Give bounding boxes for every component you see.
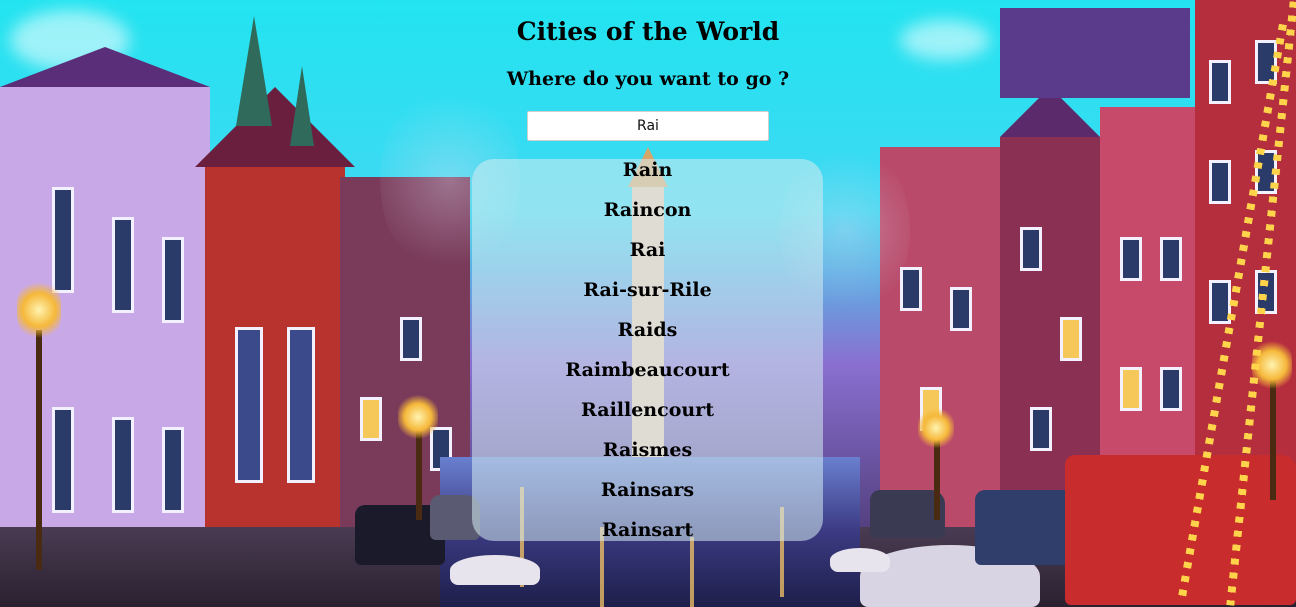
city-result-item[interactable]: Raillencourt — [472, 399, 823, 439]
page-subtitle: Where do you want to go ? — [506, 68, 790, 90]
city-results-list: Rain Raincon Rai Rai-sur-Rile Raids Raimbeauc… — [472, 159, 823, 541]
city-result-item[interactable]: Rai — [472, 239, 823, 279]
city-result-item[interactable]: Raimbeaucourt — [472, 359, 823, 399]
city-search-input[interactable] — [527, 111, 769, 141]
city-result-item[interactable]: Rain — [472, 159, 823, 199]
page-title: Cities of the World — [516, 17, 780, 46]
city-result-item[interactable]: Raismes — [472, 439, 823, 479]
city-result-item[interactable]: Rai-sur-Rile — [472, 279, 823, 319]
city-result-item[interactable]: Rainsart — [472, 519, 823, 541]
city-result-item[interactable]: Rainsars — [472, 479, 823, 519]
city-result-item[interactable]: Raincon — [472, 199, 823, 239]
city-result-item[interactable]: Raids — [472, 319, 823, 359]
